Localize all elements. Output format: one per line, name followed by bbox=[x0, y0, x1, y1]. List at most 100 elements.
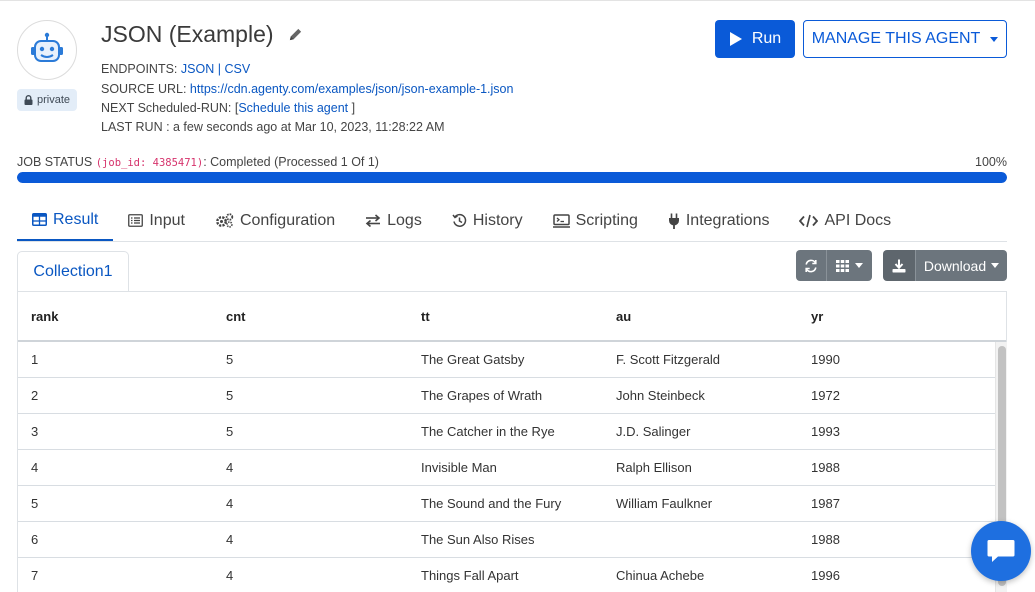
cell-yr: 1988 bbox=[811, 460, 840, 475]
job-id: (job_id: 4385471) bbox=[95, 157, 204, 169]
refresh-button[interactable] bbox=[796, 250, 826, 281]
job-progress-bar bbox=[17, 172, 1007, 183]
cell-cnt: 4 bbox=[226, 568, 234, 583]
endpoint-separator: | bbox=[217, 62, 221, 76]
cell-rank: 6 bbox=[31, 532, 39, 547]
tab-api-docs[interactable]: API Docs bbox=[784, 200, 906, 241]
endpoints-label: ENDPOINTS: bbox=[101, 62, 178, 76]
tab-scripting[interactable]: Scripting bbox=[538, 200, 653, 241]
cell-tt: The Great Gatsby bbox=[421, 352, 525, 367]
cell-rank: 3 bbox=[31, 424, 39, 439]
private-badge: private bbox=[17, 89, 78, 111]
column-header-yr[interactable]: yr bbox=[798, 309, 993, 324]
cell-yr: 1988 bbox=[811, 532, 840, 547]
manage-label: MANAGE THIS AGENT bbox=[811, 30, 981, 47]
source-url-line: SOURCE URL: https://cdn.agenty.com/examp… bbox=[101, 82, 513, 96]
list-icon bbox=[128, 214, 144, 227]
plug-icon bbox=[668, 213, 679, 229]
cell-au: William Faulkner bbox=[616, 496, 713, 511]
endpoint-json-link[interactable]: JSON bbox=[181, 62, 214, 76]
run-label: Run bbox=[751, 30, 782, 47]
agent-title-row: JSON (Example) bbox=[101, 21, 303, 48]
download-icon bbox=[892, 259, 906, 272]
cell-rank: 1 bbox=[31, 352, 39, 367]
column-header-rank[interactable]: rank bbox=[18, 309, 213, 324]
endpoint-csv-link[interactable]: CSV bbox=[224, 62, 250, 76]
cell-tt: The Grapes of Wrath bbox=[421, 388, 543, 403]
exchange-icon bbox=[365, 214, 381, 227]
table-header: rank cnt tt au yr bbox=[18, 292, 1006, 342]
private-label: private bbox=[37, 94, 71, 106]
refresh-icon bbox=[805, 259, 817, 272]
manage-agent-button[interactable]: MANAGE THIS AGENT bbox=[803, 20, 1007, 58]
table-row: 5 4 The Sound and the Fury William Faulk… bbox=[18, 486, 1006, 522]
cell-cnt: 4 bbox=[226, 496, 234, 511]
cell-yr: 1972 bbox=[811, 388, 840, 403]
agent-tabs: Result Input Configuration Logs History … bbox=[17, 200, 1007, 242]
terminal-icon bbox=[552, 213, 570, 228]
source-url-link[interactable]: https://cdn.agenty.com/examples/json/jso… bbox=[190, 82, 514, 96]
lock-icon bbox=[24, 95, 33, 105]
run-button[interactable]: Run bbox=[715, 20, 795, 58]
cell-au: Chinua Achebe bbox=[616, 568, 705, 583]
caret-down-icon bbox=[991, 263, 1000, 268]
tab-configuration[interactable]: Configuration bbox=[200, 200, 350, 241]
cell-yr: 1993 bbox=[811, 424, 840, 439]
agent-title: JSON (Example) bbox=[101, 21, 274, 47]
tab-result[interactable]: Result bbox=[17, 200, 114, 241]
chat-launcher[interactable] bbox=[971, 521, 1031, 581]
cell-yr: 1996 bbox=[811, 568, 840, 583]
top-border bbox=[0, 0, 1035, 1]
tab-history[interactable]: History bbox=[437, 200, 538, 241]
cell-au: J.D. Salinger bbox=[616, 424, 691, 439]
job-status: JOB STATUS (job_id: 4385471): Completed … bbox=[17, 155, 379, 169]
tab-configuration-label: Configuration bbox=[239, 211, 336, 229]
chat-icon bbox=[987, 540, 1015, 562]
cell-cnt: 5 bbox=[226, 388, 234, 403]
next-run-line: NEXT Scheduled-RUN: [Schedule this agent… bbox=[101, 101, 355, 115]
table-tools-group bbox=[796, 250, 872, 281]
cell-cnt: 5 bbox=[226, 424, 234, 439]
cell-rank: 5 bbox=[31, 496, 39, 511]
cell-cnt: 4 bbox=[226, 532, 234, 547]
tab-scripting-label: Scripting bbox=[575, 211, 638, 229]
download-button[interactable]: Download bbox=[915, 250, 1007, 281]
column-header-tt[interactable]: tt bbox=[408, 309, 603, 324]
table-row: 1 5 The Great Gatsby F. Scott Fitzgerald… bbox=[18, 342, 1006, 378]
tab-integrations[interactable]: Integrations bbox=[653, 200, 785, 241]
cell-rank: 4 bbox=[31, 460, 39, 475]
columns-toggle-button[interactable] bbox=[826, 250, 872, 281]
tab-history-label: History bbox=[472, 211, 523, 229]
column-header-cnt[interactable]: cnt bbox=[213, 309, 408, 324]
cell-tt: Things Fall Apart bbox=[421, 568, 519, 583]
result-table: rank cnt tt au yr 1 5 The Great Gatsby F… bbox=[17, 291, 1007, 592]
column-header-au[interactable]: au bbox=[603, 309, 798, 324]
robot-icon bbox=[31, 32, 63, 62]
cell-tt: The Catcher in the Rye bbox=[421, 424, 555, 439]
job-percent: 100% bbox=[975, 155, 1007, 169]
table-icon bbox=[32, 213, 47, 226]
download-icon-button[interactable] bbox=[883, 250, 915, 281]
download-label: Download bbox=[923, 257, 987, 274]
schedule-link[interactable]: Schedule this agent bbox=[238, 101, 348, 115]
tab-input-label: Input bbox=[149, 211, 185, 229]
code-icon bbox=[799, 214, 819, 227]
cell-tt: The Sun Also Rises bbox=[421, 532, 535, 547]
cell-au: John Steinbeck bbox=[616, 388, 705, 403]
tab-logs[interactable]: Logs bbox=[350, 200, 437, 241]
pencil-icon[interactable] bbox=[288, 27, 303, 42]
cell-rank: 7 bbox=[31, 568, 39, 583]
last-run-text: LAST RUN : a few seconds ago at Mar 10, … bbox=[101, 120, 445, 134]
collection-tab[interactable]: Collection1 bbox=[17, 251, 129, 292]
job-status-text: : Completed (Processed 1 Of 1) bbox=[203, 155, 379, 169]
job-progress-fill bbox=[17, 172, 1007, 183]
endpoints-line: ENDPOINTS: JSON | CSV bbox=[101, 62, 250, 76]
tab-input[interactable]: Input bbox=[113, 200, 200, 241]
download-group: Download bbox=[883, 250, 1007, 281]
table-row: 2 5 The Grapes of Wrath John Steinbeck 1… bbox=[18, 378, 1006, 414]
tab-logs-label: Logs bbox=[387, 211, 422, 229]
history-icon bbox=[452, 213, 467, 227]
cell-yr: 1987 bbox=[811, 496, 840, 511]
next-run-close: ] bbox=[348, 101, 356, 115]
cell-yr: 1990 bbox=[811, 352, 840, 367]
